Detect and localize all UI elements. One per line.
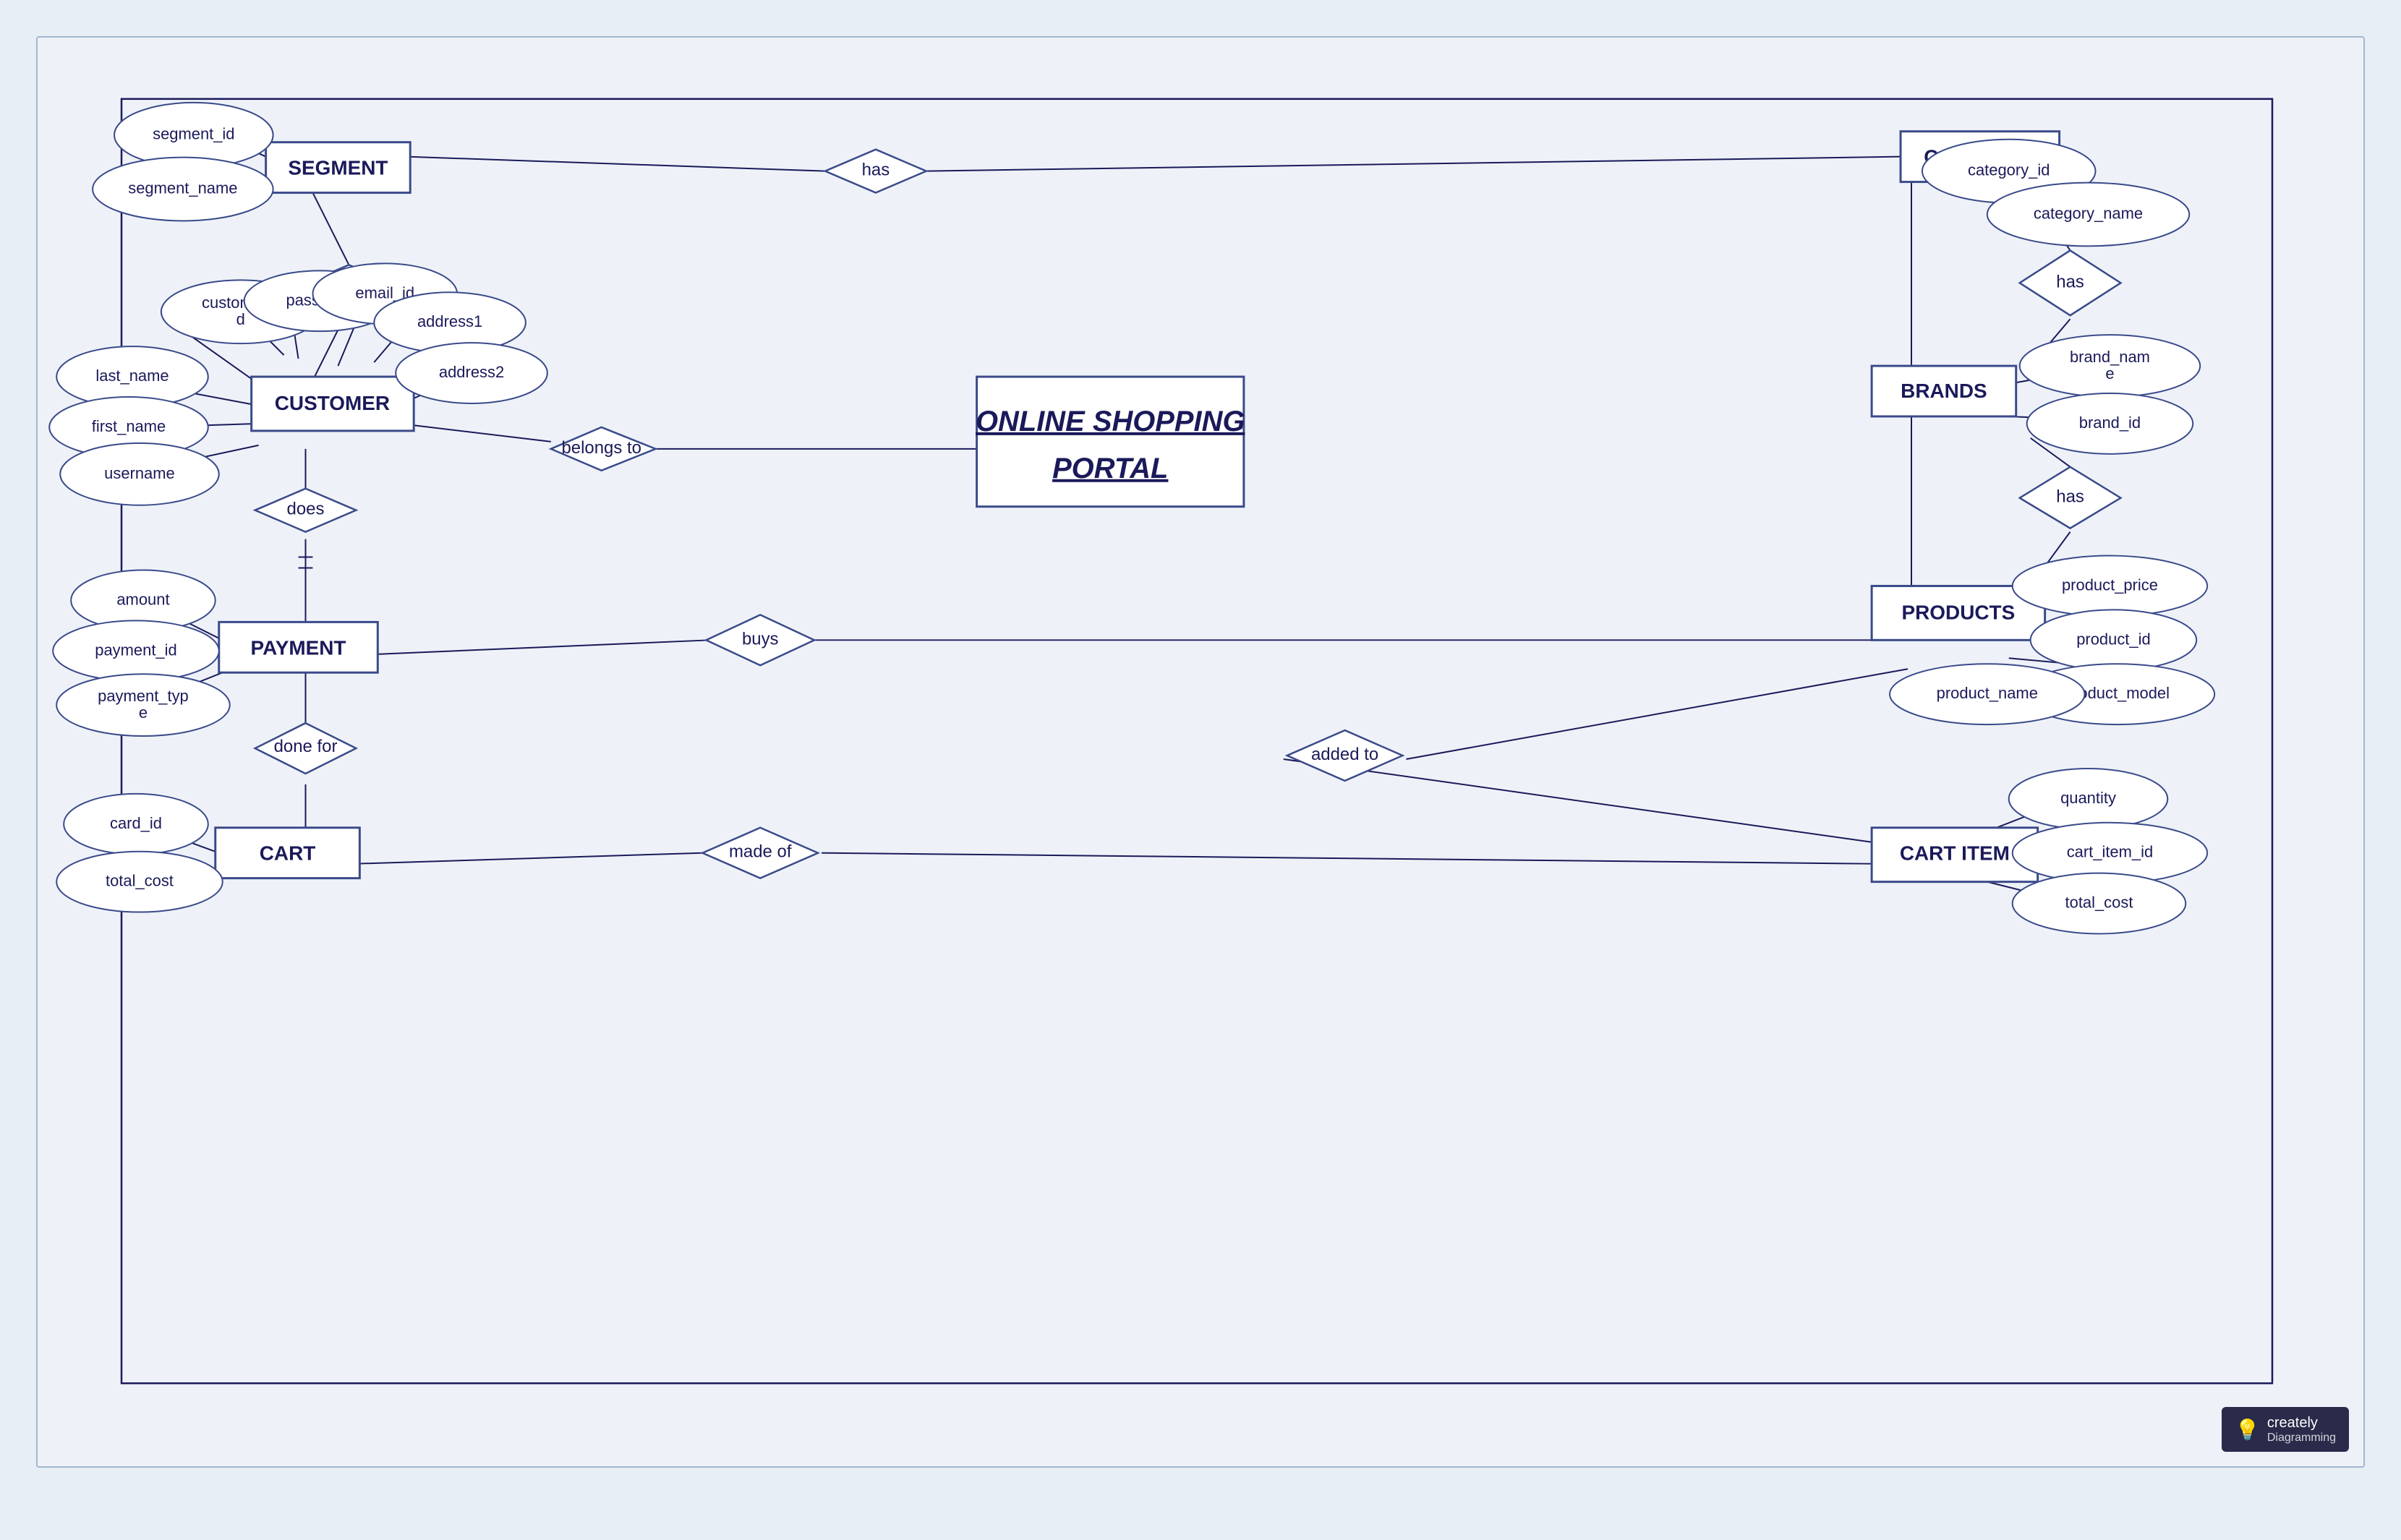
address2-text: address2 xyxy=(439,363,504,381)
username-text: username xyxy=(104,464,175,482)
main-title-box xyxy=(977,377,1244,507)
category-name-text: category_name xyxy=(2034,204,2143,222)
last-name-text: last_name xyxy=(95,367,169,385)
address1-text: address1 xyxy=(417,312,482,330)
segment-id-text: segment_id xyxy=(153,125,234,143)
product-name-text: product_name xyxy=(1937,684,2038,702)
has-brand-label: has xyxy=(2056,272,2084,291)
brand-name-text1: brand_nam xyxy=(2070,348,2150,366)
done-for-label: done for xyxy=(274,737,338,756)
watermark-icon: 💡 xyxy=(2235,1418,2260,1442)
cart-item-total-cost-text: total_cost xyxy=(2065,894,2133,912)
has-product-label: has xyxy=(2056,487,2084,507)
product-price-text: product_price xyxy=(2062,576,2158,594)
buys-label: buys xyxy=(742,629,779,649)
customer-id-text2: d xyxy=(236,310,245,328)
does-label: does xyxy=(287,500,325,519)
payment-type-text2: e xyxy=(139,703,148,722)
diagram-canvas: SEGMENT CATEGORY CUSTOMER PAYMENT CART C… xyxy=(36,36,2365,1468)
payment-id-text: payment_id xyxy=(95,641,176,659)
amount-text: amount xyxy=(116,590,169,608)
cart-label: CART xyxy=(260,842,316,865)
cart-item-id-text: cart_item_id xyxy=(2067,843,2154,861)
belongs-to-mid-label: belongs to xyxy=(561,438,641,458)
main-title-line1: ONLINE SHOPPING xyxy=(976,406,1245,437)
brand-name-text2: e xyxy=(2105,364,2114,382)
cart-item-label: CART ITEM xyxy=(1900,842,2010,865)
category-id-text: category_id xyxy=(1968,161,2050,179)
made-of-label: made of xyxy=(729,842,792,862)
payment-label: PAYMENT xyxy=(251,636,346,659)
card-id-text: card_id xyxy=(110,814,162,832)
first-name-text: first_name xyxy=(92,417,166,435)
watermark-subtitle: Diagramming xyxy=(2267,1432,2336,1445)
segment-label: SEGMENT xyxy=(288,157,388,179)
added-to-label: added to xyxy=(1311,745,1378,764)
main-title-line2: PORTAL xyxy=(1052,453,1168,484)
payment-type-text1: payment_typ xyxy=(98,687,189,705)
segment-name-text: segment_name xyxy=(128,179,237,197)
brands-label: BRANDS xyxy=(1901,380,1987,402)
watermark-name: creately xyxy=(2267,1414,2336,1432)
cart-total-cost-text: total_cost xyxy=(106,872,174,890)
products-label: PRODUCTS xyxy=(1901,601,2015,623)
brand-id-text: brand_id xyxy=(2079,414,2141,432)
quantity-text: quantity xyxy=(2060,789,2116,807)
has-top-label: has xyxy=(862,161,890,180)
product-id-text: product_id xyxy=(2076,630,2150,648)
customer-label: CUSTOMER xyxy=(275,392,390,414)
creately-watermark: 💡 creately Diagramming xyxy=(2222,1407,2349,1452)
